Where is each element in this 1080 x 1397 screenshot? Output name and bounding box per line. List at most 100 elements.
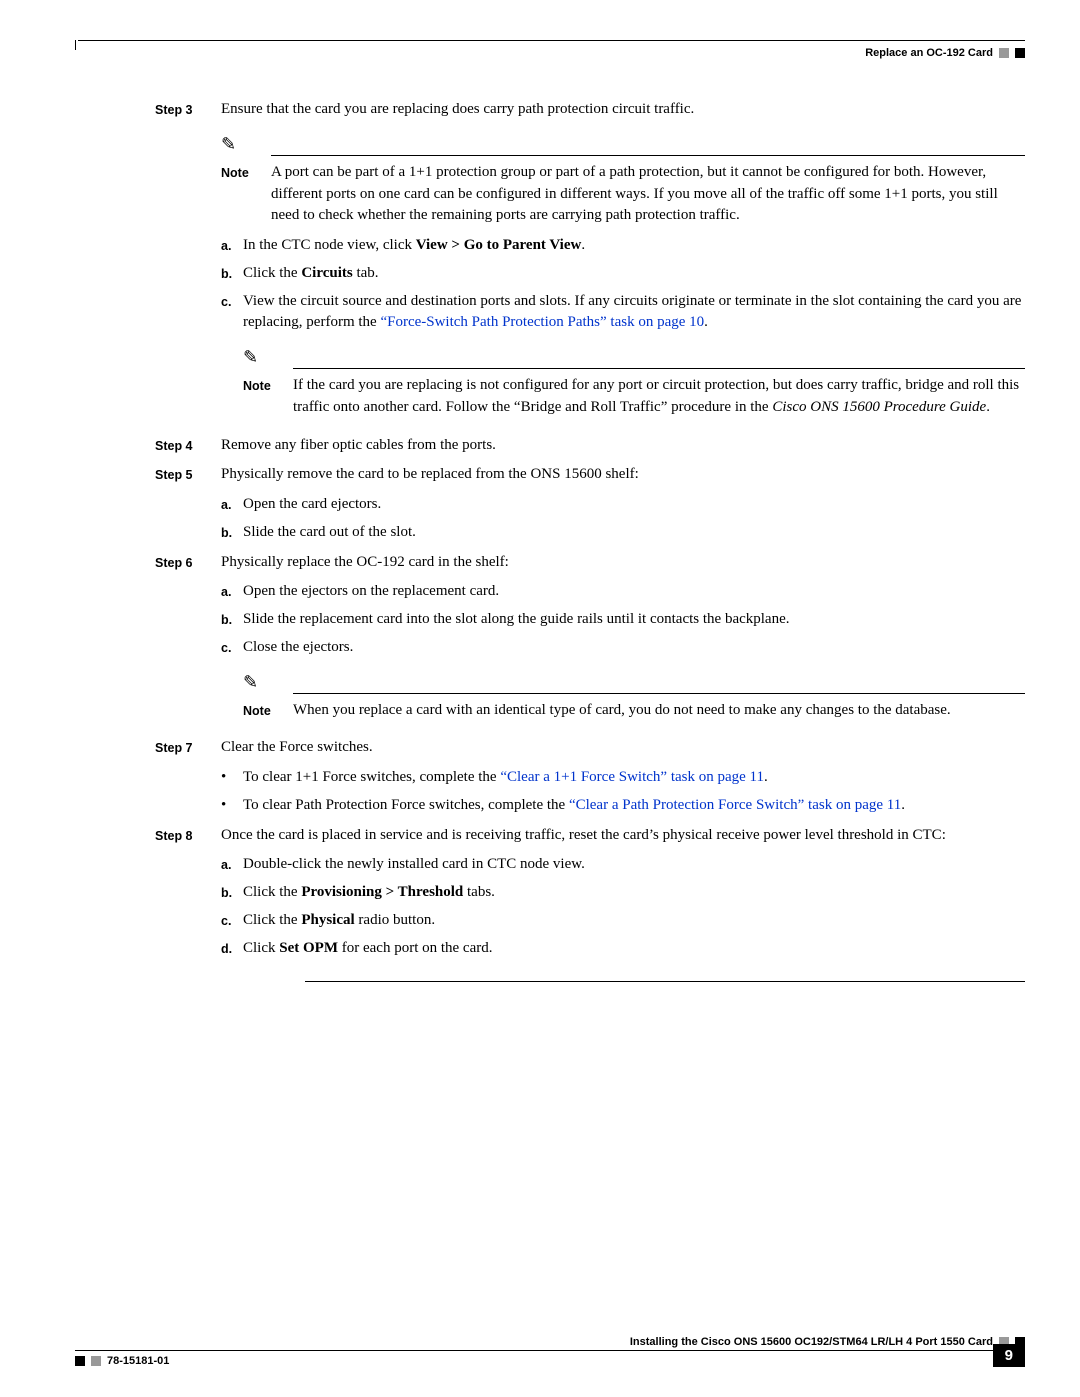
header-rule (78, 40, 1025, 41)
list-text: Slide the replacement card into the slot… (243, 609, 1025, 631)
list-marker: c. (221, 637, 243, 659)
corner-tick (75, 40, 76, 50)
list-marker: a. (221, 581, 243, 603)
list-item: b. Slide the replacement card into the s… (221, 609, 1025, 631)
note-block: ✎ Note If the card you are replacing is … (243, 348, 1025, 419)
list-text: View the circuit source and destination … (243, 291, 1025, 335)
list-item: a. Double-click the newly installed card… (221, 854, 1025, 876)
pencil-icon: ✎ (221, 135, 1025, 153)
list-item: • To clear 1+1 Force switches, complete … (221, 767, 1025, 789)
list-item: d. Click Set OPM for each port on the ca… (221, 938, 1025, 960)
bullet-icon: • (221, 767, 243, 789)
footer-box-icon (75, 1356, 85, 1366)
step-text: Physically remove the card to be replace… (221, 464, 1025, 486)
list-text: Double-click the newly installed card in… (243, 854, 1025, 876)
list-marker: c. (221, 910, 243, 932)
list-item: b. Click the Circuits tab. (221, 263, 1025, 285)
sub-list: a. In the CTC node view, click View > Go… (221, 235, 1025, 334)
list-item: b. Click the Provisioning > Threshold ta… (221, 882, 1025, 904)
step-label: Step 4 (155, 435, 221, 457)
page: Replace an OC-192 Card Step 3 Ensure tha… (0, 0, 1080, 1397)
list-marker: d. (221, 938, 243, 960)
step-4: Step 4 Remove any fiber optic cables fro… (155, 435, 1025, 457)
footer-title: Installing the Cisco ONS 15600 OC192/STM… (630, 1336, 993, 1348)
step-label: Step 3 (155, 99, 221, 121)
note-label: Note (221, 162, 271, 227)
note-row: Note When you replace a card with an ide… (243, 700, 1025, 722)
note-block: ✎ Note A port can be part of a 1+1 prote… (221, 135, 1025, 227)
list-text: Click the Physical radio button. (243, 910, 1025, 932)
list-text: Click the Circuits tab. (243, 263, 1025, 285)
header-section-title: Replace an OC-192 Card (865, 47, 993, 59)
list-item: c. Click the Physical radio button. (221, 910, 1025, 932)
list-text: Click Set OPM for each port on the card. (243, 938, 1025, 960)
list-text: Close the ejectors. (243, 637, 1025, 659)
footer-docnum: 78-15181-01 (107, 1355, 169, 1367)
step-text: Ensure that the card you are replacing d… (221, 99, 1025, 121)
list-marker: c. (221, 291, 243, 335)
list-text: Open the card ejectors. (243, 494, 1025, 516)
step-text: Remove any fiber optic cables from the p… (221, 435, 1025, 457)
sub-list: a. Open the ejectors on the replacement … (221, 581, 1025, 658)
step-text: Physically replace the OC-192 card in th… (221, 552, 1025, 574)
step-label: Step 7 (155, 737, 221, 759)
pencil-icon: ✎ (243, 348, 1025, 366)
note-block: ✎ Note When you replace a card with an i… (243, 673, 1025, 722)
footer: Installing the Cisco ONS 15600 OC192/STM… (75, 1336, 1025, 1367)
list-item: a. Open the ejectors on the replacement … (221, 581, 1025, 603)
content-area: Step 3 Ensure that the card you are repl… (75, 99, 1025, 982)
list-text: To clear Path Protection Force switches,… (243, 795, 1025, 817)
step-text: Once the card is placed in service and i… (221, 825, 1025, 847)
step-text: Clear the Force switches. (221, 737, 1025, 759)
footer-box-icon (91, 1356, 101, 1366)
link-clear-path-protection[interactable]: “Clear a Path Protection Force Switch” t… (569, 797, 901, 813)
link-clear-1plus1[interactable]: “Clear a 1+1 Force Switch” task on page … (500, 769, 764, 785)
list-marker: b. (221, 609, 243, 631)
sub-list: a. Open the card ejectors. b. Slide the … (221, 494, 1025, 544)
bullet-icon: • (221, 795, 243, 817)
list-marker: a. (221, 235, 243, 257)
footer-row: 78-15181-01 (75, 1355, 1025, 1367)
list-item: • To clear Path Protection Force switche… (221, 795, 1025, 817)
list-marker: b. (221, 263, 243, 285)
list-text: Click the Provisioning > Threshold tabs. (243, 882, 1025, 904)
pencil-icon: ✎ (243, 673, 1025, 691)
sub-list: a. Double-click the newly installed card… (221, 854, 1025, 959)
list-text: In the CTC node view, click View > Go to… (243, 235, 1025, 257)
header-box-icon (1015, 48, 1025, 58)
step-7: Step 7 Clear the Force switches. (155, 737, 1025, 759)
step-label: Step 8 (155, 825, 221, 847)
list-text: Slide the card out of the slot. (243, 522, 1025, 544)
list-text: To clear 1+1 Force switches, complete th… (243, 767, 1025, 789)
note-text: If the card you are replacing is not con… (293, 375, 1025, 419)
note-text: A port can be part of a 1+1 protection g… (271, 162, 1025, 227)
note-rule (293, 368, 1025, 369)
note-label: Note (243, 375, 293, 419)
list-text: Open the ejectors on the replacement car… (243, 581, 1025, 603)
header-section: Replace an OC-192 Card (75, 47, 1025, 59)
note-rule (293, 693, 1025, 694)
note-text: When you replace a card with an identica… (293, 700, 1025, 722)
step-3: Step 3 Ensure that the card you are repl… (155, 99, 1025, 121)
list-marker: b. (221, 522, 243, 544)
step-5: Step 5 Physically remove the card to be … (155, 464, 1025, 486)
list-item: a. In the CTC node view, click View > Go… (221, 235, 1025, 257)
list-item: b. Slide the card out of the slot. (221, 522, 1025, 544)
page-number: 9 (993, 1344, 1025, 1367)
footer-left: 78-15181-01 (75, 1355, 169, 1367)
step-label: Step 5 (155, 464, 221, 486)
header-box-icon (999, 48, 1009, 58)
note-row: Note If the card you are replacing is no… (243, 375, 1025, 419)
sub-list: • To clear 1+1 Force switches, complete … (221, 767, 1025, 817)
list-item: c. View the circuit source and destinati… (221, 291, 1025, 335)
link-force-switch[interactable]: “Force-Switch Path Protection Paths” tas… (380, 314, 704, 330)
end-rule (305, 981, 1025, 982)
footer-title-row: Installing the Cisco ONS 15600 OC192/STM… (75, 1336, 1025, 1348)
step-8: Step 8 Once the card is placed in servic… (155, 825, 1025, 847)
step-6: Step 6 Physically replace the OC-192 car… (155, 552, 1025, 574)
note-label: Note (243, 700, 293, 722)
note-row: Note A port can be part of a 1+1 protect… (221, 162, 1025, 227)
note-rule (271, 155, 1025, 156)
step-label: Step 6 (155, 552, 221, 574)
list-item: c. Close the ejectors. (221, 637, 1025, 659)
